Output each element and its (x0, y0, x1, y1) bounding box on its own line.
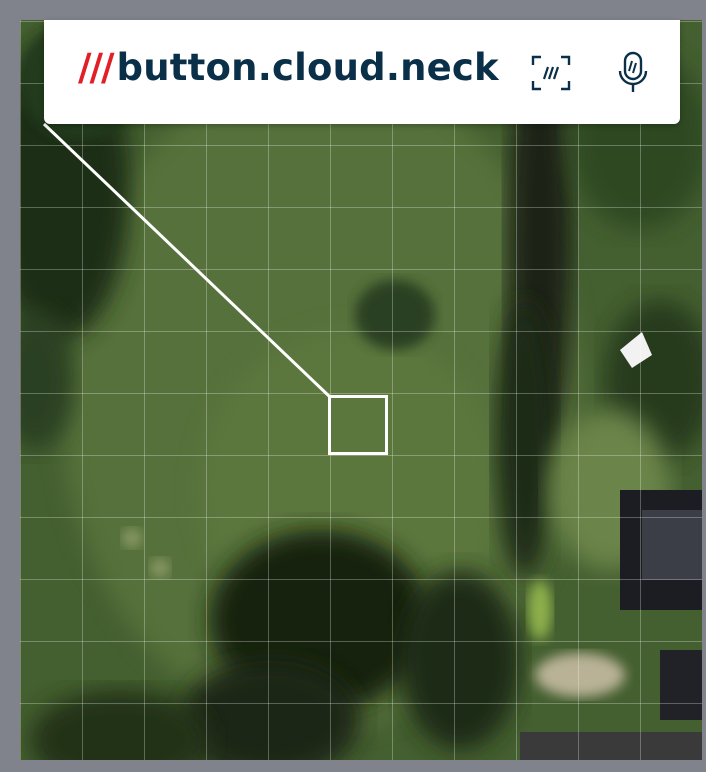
satellite-map[interactable] (20, 20, 702, 760)
scan-button[interactable] (528, 50, 574, 96)
map-frame: ///button.cloud.neck (0, 0, 706, 772)
selected-square[interactable] (328, 395, 388, 455)
address-bar[interactable]: ///button.cloud.neck (44, 20, 680, 124)
pointer-line (42, 122, 332, 399)
address-slashes: /// (78, 46, 115, 89)
three-word-address[interactable]: ///button.cloud.neck (78, 46, 499, 89)
scan-3wa-icon (531, 55, 571, 91)
address-words: button.cloud.neck (116, 46, 499, 89)
microphone-icon (618, 51, 648, 92)
voice-search-button[interactable] (610, 50, 656, 96)
